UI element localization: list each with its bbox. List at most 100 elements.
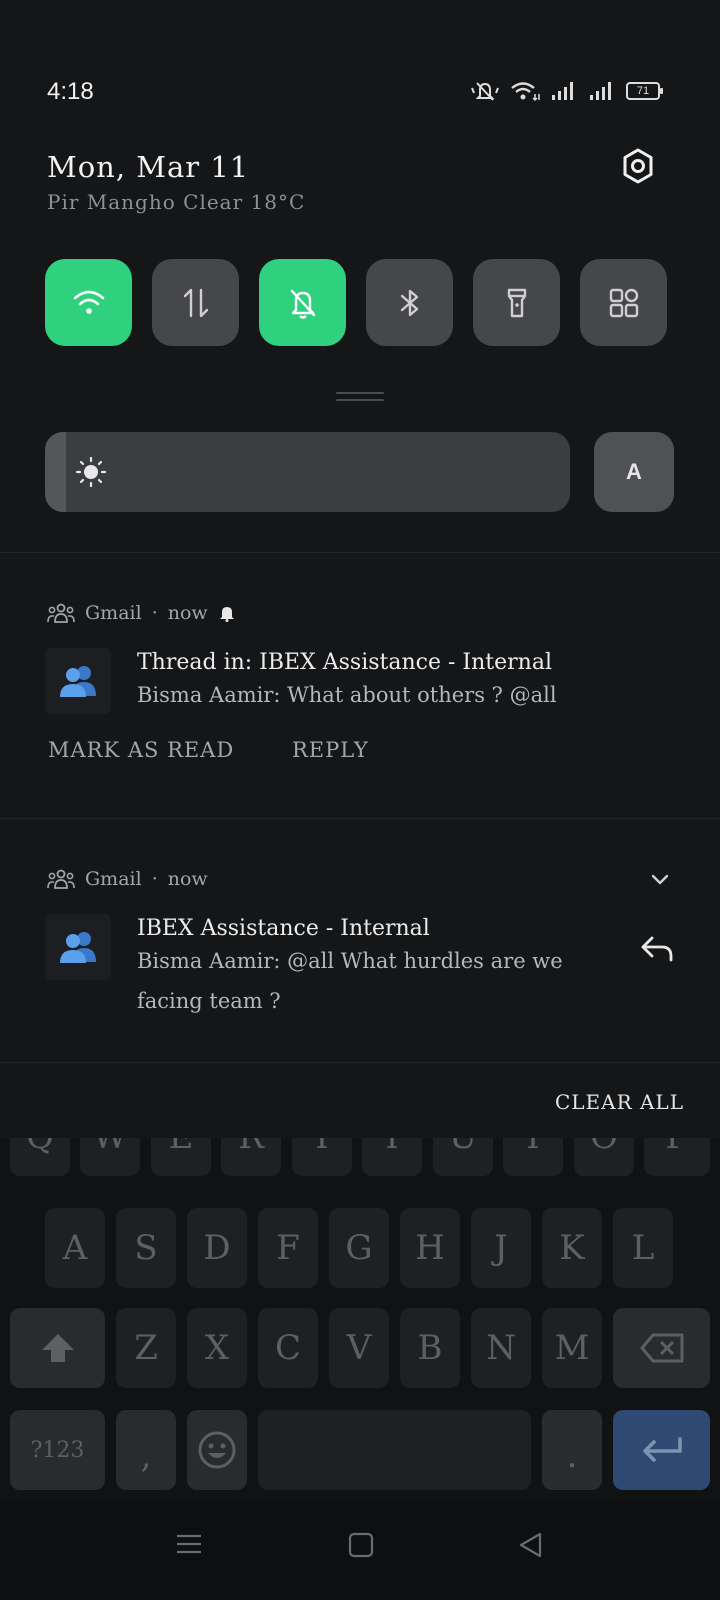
notification-avatar: [45, 914, 111, 980]
key-h[interactable]: H: [400, 1208, 460, 1288]
key-w[interactable]: W: [80, 1138, 140, 1176]
date-weather-block: Mon, Mar 11 Pir Mangho Clear 18°C: [47, 150, 305, 214]
key-label: N: [486, 1328, 516, 1368]
notification-1-title[interactable]: Thread in: IBEX Assistance - Internal: [137, 650, 552, 675]
battery-level: 71: [636, 85, 650, 97]
settings-button[interactable]: [620, 148, 656, 184]
notification-2-body-line-1: Bisma Aamir: @all What hurdles are we: [137, 949, 563, 973]
key-label: R: [238, 1138, 264, 1157]
recents-button[interactable]: [176, 1532, 202, 1560]
bluetooth-tile[interactable]: [366, 259, 453, 346]
key-b[interactable]: B: [400, 1308, 460, 1388]
people-icon: [60, 932, 96, 963]
flashlight-icon: [507, 288, 526, 317]
key-label: ?123: [30, 1437, 85, 1463]
key-d[interactable]: D: [187, 1208, 247, 1288]
backspace-key[interactable]: [613, 1308, 710, 1388]
brightness-fill: [45, 432, 66, 512]
battery-icon: 71: [626, 82, 663, 100]
key-label: I: [526, 1138, 539, 1157]
emoji-icon: [198, 1431, 236, 1469]
signal-1-icon: [552, 82, 573, 100]
back-triangle-icon: [519, 1532, 542, 1558]
key-l[interactable]: L: [613, 1208, 673, 1288]
divider: [0, 818, 720, 819]
key-c[interactable]: C: [258, 1308, 318, 1388]
notification-1-header: Gmail · now: [47, 602, 236, 624]
key-label: Y: [381, 1138, 403, 1157]
key-s[interactable]: S: [116, 1208, 176, 1288]
key-r[interactable]: R: [221, 1138, 281, 1176]
mobile-data-tile[interactable]: [152, 259, 239, 346]
key-q[interactable]: Q: [10, 1138, 70, 1176]
key-z[interactable]: Z: [116, 1308, 176, 1388]
key-label: H: [415, 1228, 445, 1268]
notification-app-name: Gmail: [85, 602, 142, 624]
key-label: Q: [26, 1138, 54, 1157]
notification-1-body[interactable]: Bisma Aamir: What about others ? @all: [137, 675, 597, 715]
key-label: L: [631, 1228, 655, 1268]
drag-handle[interactable]: [336, 392, 384, 402]
clock: 4:18: [47, 78, 94, 105]
reply-arrow-button[interactable]: [640, 934, 674, 968]
back-button[interactable]: [518, 1532, 544, 1562]
key-u[interactable]: U: [433, 1138, 493, 1176]
key-label: .: [566, 1436, 578, 1476]
key-a[interactable]: A: [45, 1208, 105, 1288]
key-i[interactable]: I: [503, 1138, 563, 1176]
notification-2-title[interactable]: IBEX Assistance - Internal: [137, 916, 430, 941]
symbols-key[interactable]: ?123: [10, 1410, 105, 1490]
wifi-icon: [73, 290, 104, 314]
separator-dot: ·: [151, 868, 158, 890]
period-key[interactable]: .: [542, 1410, 602, 1490]
enter-key[interactable]: [613, 1410, 710, 1490]
key-m[interactable]: M: [542, 1308, 602, 1388]
reply-button[interactable]: REPLY: [292, 738, 369, 762]
home-button[interactable]: [348, 1532, 374, 1562]
chevron-down-icon: [651, 874, 669, 885]
flashlight-tile[interactable]: [473, 259, 560, 346]
notification-2-body[interactable]: Bisma Aamir: @all What hurdles are we fa…: [137, 941, 597, 1021]
navigation-bar: [0, 1500, 720, 1600]
key-o[interactable]: O: [574, 1138, 634, 1176]
mark-as-read-button[interactable]: MARK AS READ: [48, 738, 234, 762]
group-icon: [47, 869, 75, 889]
comma-key[interactable]: ,: [116, 1410, 176, 1490]
shift-key[interactable]: [10, 1308, 105, 1388]
key-label: S: [134, 1228, 158, 1268]
divider: [0, 1062, 720, 1063]
expand-button[interactable]: [650, 872, 670, 891]
key-y[interactable]: Y: [362, 1138, 422, 1176]
emoji-key[interactable]: [187, 1410, 247, 1490]
quick-settings-tiles: [45, 259, 667, 346]
key-label: F: [276, 1228, 300, 1268]
wifi-tile[interactable]: [45, 259, 132, 346]
key-k[interactable]: K: [542, 1208, 602, 1288]
space-key[interactable]: [258, 1410, 531, 1490]
more-tiles[interactable]: [580, 259, 667, 346]
clear-all-button[interactable]: CLEAR ALL: [555, 1090, 684, 1114]
key-e[interactable]: E: [151, 1138, 211, 1176]
group-icon: [47, 603, 75, 623]
enter-icon: [642, 1437, 682, 1462]
notification-avatar: [45, 648, 111, 714]
key-label: X: [204, 1328, 230, 1368]
key-n[interactable]: N: [471, 1308, 531, 1388]
key-t[interactable]: T: [292, 1138, 352, 1176]
key-label: G: [345, 1228, 373, 1268]
key-label: O: [590, 1138, 618, 1157]
auto-brightness-button[interactable]: A: [594, 432, 674, 512]
key-label: C: [274, 1328, 301, 1368]
key-v[interactable]: V: [329, 1308, 389, 1388]
silent-tile[interactable]: [259, 259, 346, 346]
key-j[interactable]: J: [471, 1208, 531, 1288]
key-x[interactable]: X: [187, 1308, 247, 1388]
key-p[interactable]: P: [644, 1138, 710, 1176]
menu-icon: [177, 1534, 201, 1554]
notification-app-name: Gmail: [85, 868, 142, 890]
brightness-slider[interactable]: [45, 432, 570, 512]
key-g[interactable]: G: [329, 1208, 389, 1288]
divider: [0, 552, 720, 553]
key-f[interactable]: F: [258, 1208, 318, 1288]
silent-status-icon: [471, 82, 499, 101]
